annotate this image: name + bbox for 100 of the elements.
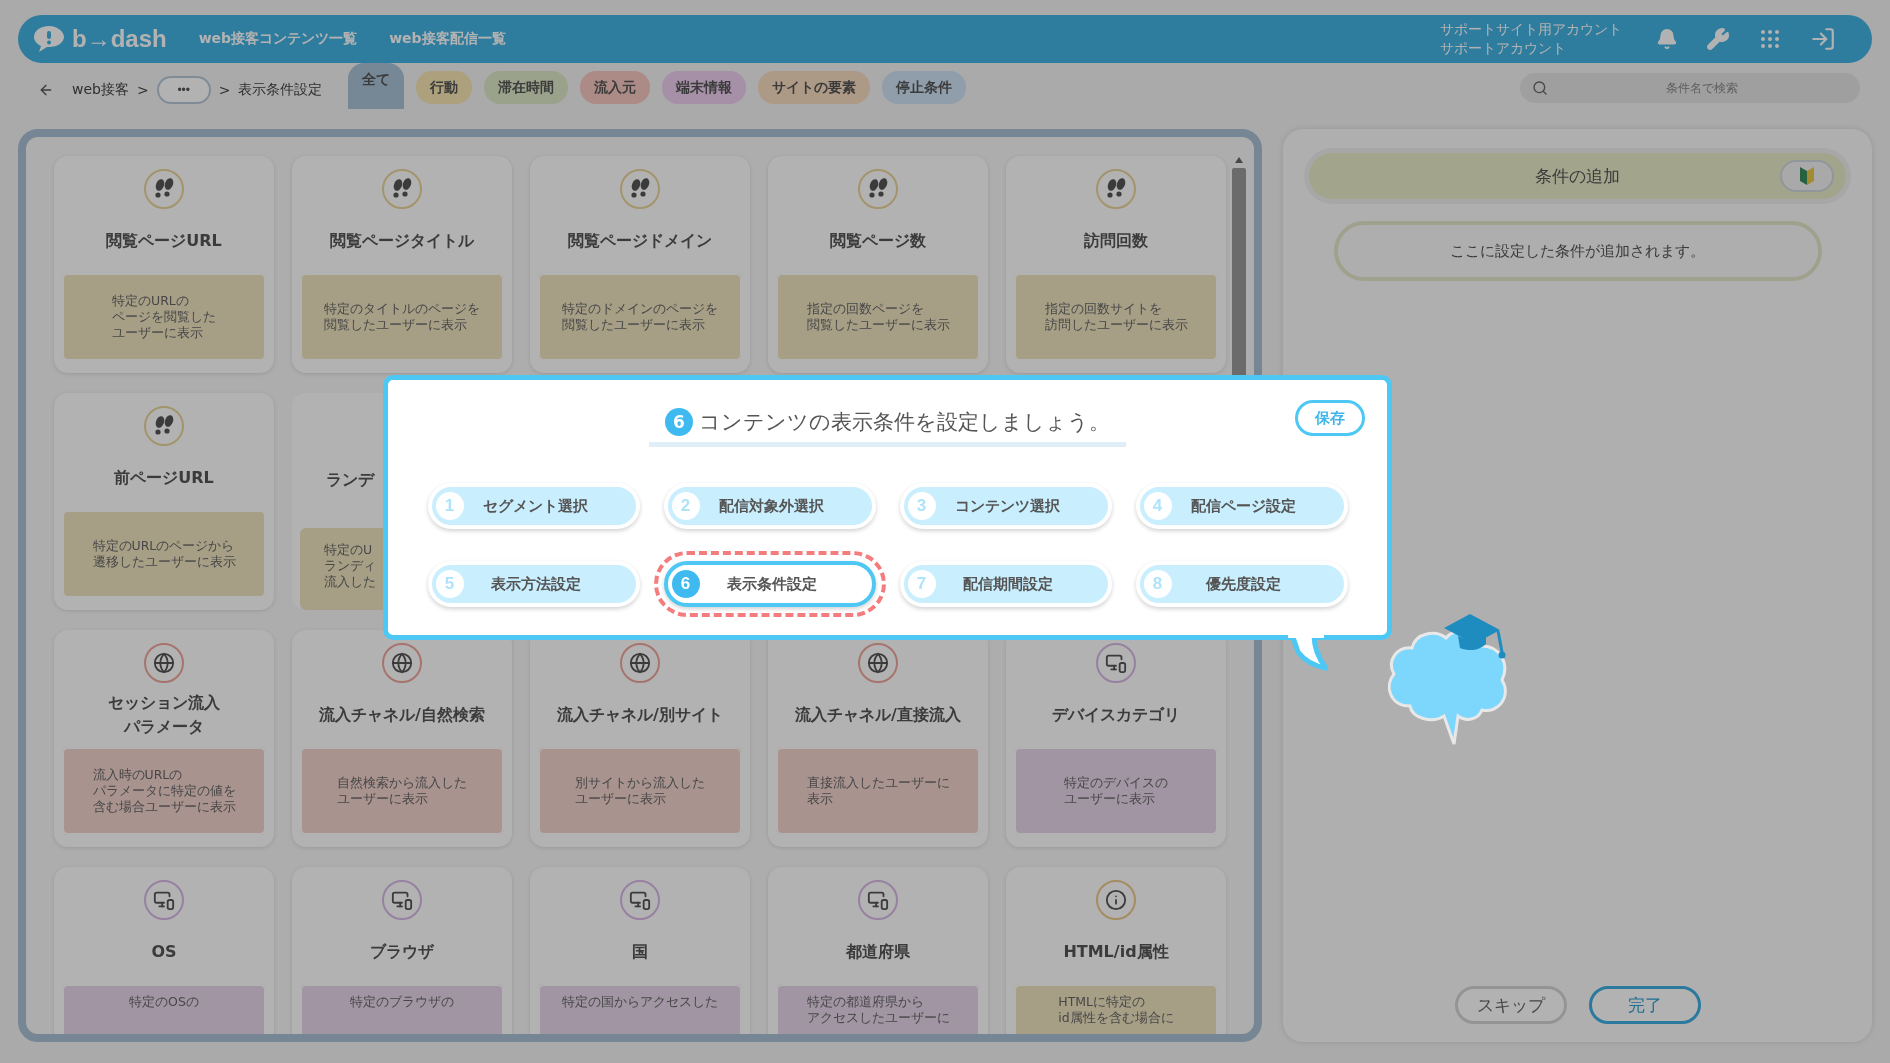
devices-icon [153, 889, 175, 911]
footprints-icon [390, 178, 414, 200]
card-description: 指定の回数ページを [806, 301, 925, 317]
search-icon [1532, 80, 1548, 96]
wrench-icon[interactable] [1706, 27, 1730, 51]
condition-card[interactable]: 都道府県 特定の都道府県から アクセスしたユーザーに [768, 867, 988, 1034]
search-input[interactable]: 条件名で検索 [1556, 80, 1848, 96]
card-title: ランデ [326, 470, 374, 491]
card-description: ページを閲覧した [112, 309, 216, 325]
globe-icon [153, 652, 175, 674]
card-description: アクセスしたユーザーに [806, 1010, 950, 1026]
done-button[interactable]: 完了 [1588, 986, 1701, 1024]
card-description: ユーザーに表示 [1064, 791, 1156, 807]
condition-card[interactable]: 流入チャネル/自然検索 自然検索から流入した ユーザーに表示 [292, 630, 512, 847]
breadcrumb-current: 表示条件設定 [238, 81, 323, 99]
filter-tab[interactable]: 滞在時間 [484, 71, 569, 104]
card-title: 閲覧ページURL [106, 230, 222, 252]
breadcrumb-separator: > [218, 82, 231, 98]
card-description: 含む場合ユーザーに表示 [92, 799, 236, 815]
filter-tab[interactable]: 全て [348, 63, 405, 109]
skip-button[interactable]: スキップ [1454, 986, 1567, 1024]
condition-card[interactable]: 閲覧ページURL 特定のURLの ページを閲覧した ユーザーに表示 [54, 156, 274, 373]
card-title: HTML/id属性 [1063, 941, 1169, 963]
card-description: 閲覧したユーザーに表示 [806, 317, 950, 333]
card-description: id属性を含む場合に [1058, 1010, 1174, 1026]
login-icon[interactable] [1810, 26, 1836, 52]
card-title: 国 [632, 941, 648, 963]
beginner-mark-icon[interactable] [1780, 160, 1834, 192]
card-description: パラメータに特定の値を [92, 783, 236, 799]
devices-icon [391, 889, 413, 911]
card-description: 自然検索から流入した [337, 775, 467, 791]
footprints-icon [628, 178, 652, 200]
footprints-icon [1104, 178, 1128, 200]
condition-card[interactable]: 閲覧ページ数 指定の回数ページを 閲覧したユーザーに表示 [768, 156, 988, 373]
card-description: HTMLに特定の [1058, 994, 1147, 1010]
card-description: 特定のU [324, 542, 373, 559]
scroll-up-icon[interactable] [1234, 156, 1244, 164]
filter-tab[interactable]: 流入元 [580, 71, 651, 104]
condition-card[interactable]: 訪問回数 指定の回数サイトを 訪問したユーザーに表示 [1006, 156, 1226, 373]
card-title: 流入チャネル/直接流入 [795, 704, 961, 726]
card-description: 遷移したユーザーに表示 [92, 554, 236, 570]
card-description: 別サイトから流入した [575, 775, 705, 791]
card-title: 前ページURL [114, 467, 214, 489]
condition-card[interactable]: 前ページURL 特定のURLのページから 遷移したユーザーに表示 [54, 393, 274, 610]
condition-card[interactable]: 閲覧ページドメイン 特定のドメインのページを 閲覧したユーザーに表示 [530, 156, 750, 373]
card-title: OS [151, 941, 177, 963]
card-title: 閲覧ページドメイン [568, 230, 712, 252]
panel-title: 条件の追加 [1535, 164, 1620, 188]
card-title: ブラウザ [370, 941, 434, 963]
card-description: 特定のURLのページから [92, 538, 236, 554]
card-title: 都道府県 [846, 941, 910, 963]
condition-card[interactable]: セッション流入 パラメータ 流入時のURLの パラメータに特定の値を 含む場合ユーザーに表示 [54, 630, 274, 847]
card-description: 閲覧したユーザーに表示 [324, 317, 468, 333]
globe-icon [867, 652, 889, 674]
bell-icon[interactable] [1656, 28, 1678, 50]
empty-message: ここに設定した条件が追加されます。 [1333, 221, 1822, 281]
condition-card[interactable]: 国 特定の国からアクセスした [530, 867, 750, 1034]
card-description: ランディ [324, 558, 376, 575]
card-description: 特定のタイトルのページを [324, 301, 480, 317]
footprints-icon [152, 178, 176, 200]
back-icon[interactable] [38, 82, 54, 98]
search-field[interactable]: 条件名で検索 [1520, 73, 1860, 103]
card-description: 特定のブラウザの [350, 994, 454, 1010]
card-title: 流入チャネル/別サイト [557, 704, 723, 726]
condition-card[interactable]: OS 特定のOSの [54, 867, 274, 1034]
logo-icon [32, 24, 66, 54]
card-description: 訪問したユーザーに表示 [1044, 317, 1188, 333]
card-description: ユーザーに表示 [575, 791, 667, 807]
card-description: 特定の都道府県から [806, 994, 925, 1010]
card-title: 閲覧ページタイトル [330, 230, 474, 252]
devices-icon [867, 889, 889, 911]
condition-card[interactable]: 閲覧ページタイトル 特定のタイトルのページを 閲覧したユーザーに表示 [292, 156, 512, 373]
filter-tab[interactable]: 端末情報 [662, 71, 747, 104]
popup-title: コンテンツの表示条件を設定しましょう。 [699, 409, 1110, 436]
filter-tab[interactable]: 停止条件 [882, 71, 967, 104]
card-description: ユーザーに表示 [337, 791, 429, 807]
filter-tab[interactable]: サイトの要素 [758, 71, 871, 104]
card-title: パラメータ [124, 716, 204, 738]
breadcrumb-link[interactable]: web接客 [72, 81, 129, 99]
card-description: 流入時のURLの [92, 767, 184, 783]
info-icon [1105, 889, 1127, 911]
condition-card[interactable]: ブラウザ 特定のブラウザの [292, 867, 512, 1034]
card-description: 特定のドメインのページを [562, 301, 718, 317]
card-description: 閲覧したユーザーに表示 [562, 317, 706, 333]
footprints-icon [866, 178, 890, 200]
card-title: 訪問回数 [1084, 230, 1148, 252]
card-description: 特定の国からアクセスした [562, 994, 718, 1010]
card-description: 指定の回数サイトを [1044, 301, 1163, 317]
filter-tab[interactable]: 行動 [416, 71, 473, 104]
logo-text: b→dash [72, 25, 167, 53]
more-button[interactable]: ••• [156, 76, 211, 104]
apps-grid-icon[interactable] [1758, 27, 1782, 51]
card-description: 特定のデバイスの [1064, 775, 1168, 791]
globe-icon [391, 652, 413, 674]
card-description: 特定のOSの [129, 994, 199, 1010]
condition-card[interactable]: HTML/id属性 HTMLに特定の id属性を含む場合に [1006, 867, 1226, 1034]
step-number: 6 [665, 408, 693, 436]
breadcrumb-separator: > [136, 82, 149, 98]
footprints-icon [152, 415, 176, 437]
devices-icon [629, 889, 651, 911]
